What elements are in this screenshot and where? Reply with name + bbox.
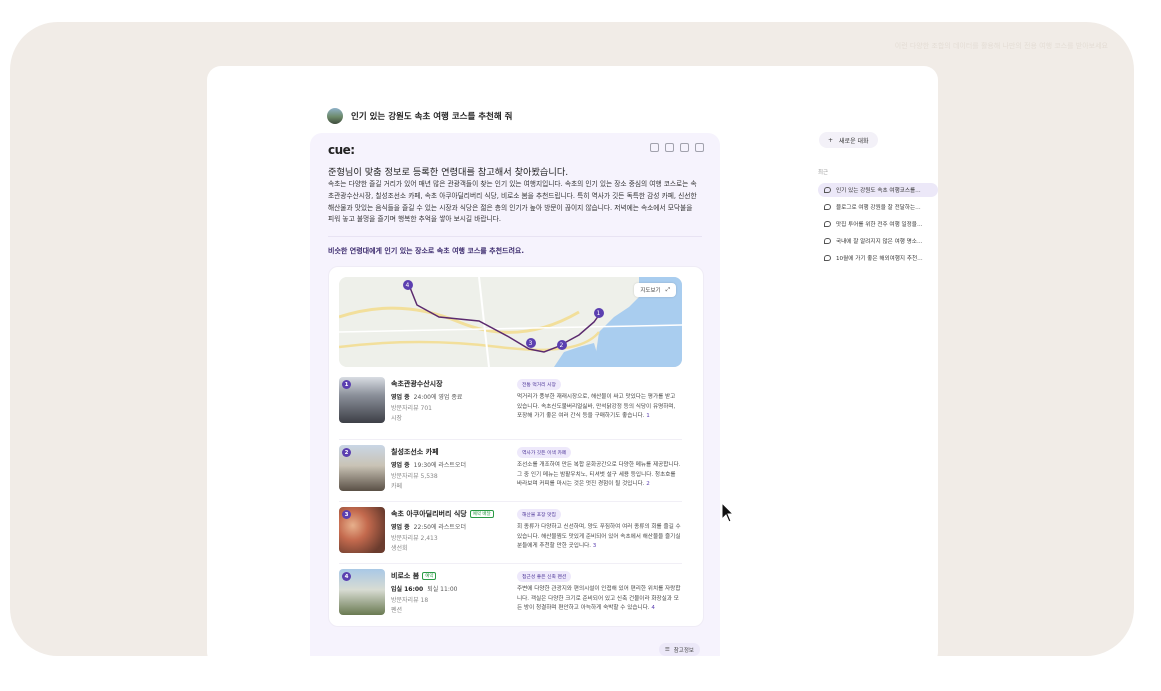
question-text: 인기 있는 강원도 속초 여행 코스를 추천해 줘 (351, 112, 513, 122)
place-category: 생선회 (391, 545, 408, 552)
place-number: 3 (342, 510, 351, 519)
place-reviews: 방문자리뷰 18 (391, 597, 429, 604)
place-description: 조선소를 개조하여 만든 복합 문화공간으로 다양한 메뉴를 제공합니다. 그 … (517, 462, 681, 488)
history-item-label: 국내에 잘 알려지지 않은 여행 명소… (836, 239, 923, 245)
expand-icon: ⤢ (665, 286, 670, 293)
separator (339, 439, 682, 440)
plus-icon: + (828, 136, 834, 144)
reference-marker[interactable]: 3 (593, 543, 597, 549)
place-number: 2 (342, 448, 351, 457)
history-item-label: 10월에 가기 좋은 해외여행지 추천… (836, 256, 923, 262)
share-icon[interactable] (695, 143, 704, 152)
reference-marker[interactable]: 2 (646, 481, 650, 487)
places-panel: 4 3 2 1 지도보기 ⤢ 1 속초관광수산시장 영업 중 24:00에 영업… (328, 266, 704, 627)
copy-icon[interactable] (650, 143, 659, 152)
chat-bubble-icon (824, 187, 831, 193)
history-item[interactable]: 국내에 잘 알려지지 않은 여행 명소… (818, 234, 938, 248)
place-item[interactable]: 3 속초 아쿠아딜리버리 식당 예약 배달 영업 중 22:50에 라스트오더 방문… (339, 507, 682, 565)
place-status: 영업 중 24:00에 영업 종료 (391, 394, 463, 401)
thumbs-down-icon[interactable] (680, 143, 689, 152)
place-thumbnail: 3 (339, 507, 385, 553)
reference-info-label: 참고정보 (673, 647, 694, 654)
answer-body: 속초는 다양한 즐길 거리가 있어 매년 많은 관광객들이 찾는 인기 있는 여… (328, 180, 697, 224)
place-thumbnail: 4 (339, 569, 385, 615)
background-hint: 이런 다양한 조합의 데이터를 활용해 나만의 전용 여행 코스를 받아보세요 (894, 42, 1108, 50)
place-category: 카페 (391, 483, 403, 490)
history-item[interactable]: 인기 있는 강원도 속초 여행코스를… (818, 183, 938, 197)
place-reviews: 방문자리뷰 5,538 (391, 473, 438, 480)
place-name: 칠성조선소 카페 (391, 448, 439, 456)
place-tag: 해산물 포장 맛집 (517, 509, 561, 520)
history-item[interactable]: 10월에 가기 좋은 해외여행지 추천… (818, 251, 938, 265)
svg-text:1: 1 (597, 310, 601, 317)
place-status: 영업 중 22:50에 라스트오더 (391, 524, 466, 531)
separator (339, 563, 682, 564)
place-thumbnail: 1 (339, 377, 385, 423)
place-reviews: 방문자리뷰 2,413 (391, 535, 438, 542)
history-item[interactable]: 맛집 투어를 위한 전주 여행 일정을… (818, 217, 938, 231)
chat-bubble-icon (824, 204, 831, 210)
place-reviews: 방문자리뷰 701 (391, 405, 432, 412)
map-graphic: 4 3 2 1 (339, 277, 682, 367)
recent-label: 최근 (818, 170, 829, 176)
new-chat-label: 새로운 대화 (839, 137, 869, 145)
place-status: 영업 중 19:30에 라스트오더 (391, 462, 466, 469)
map-view-button[interactable]: 지도보기 ⤢ (634, 283, 676, 297)
separator (339, 501, 682, 502)
place-name: 속초 아쿠아딜리버리 식당 예약 배달 (391, 509, 494, 519)
list-icon: ☰ (664, 646, 670, 653)
place-description: 주변에 다양한 관광지와 편의시설이 인접해 있어 편리한 위치를 자랑합니다.… (517, 586, 681, 612)
chat-window: 인기 있는 강원도 속초 여행 코스를 추천해 줘 cue: 준형님이 맞춤 정… (207, 66, 938, 656)
place-tag: 역사가 깃든 이색 카페 (517, 447, 572, 458)
place-status: 입실 16:00 퇴실 11:00 (391, 586, 458, 593)
booking-badge: 예약 배달 (469, 510, 494, 518)
place-thumbnail: 2 (339, 445, 385, 491)
svg-text:3: 3 (529, 340, 533, 347)
history-item[interactable]: 블로그로 여행 강원을 잘 전달하는… (818, 200, 938, 214)
map-view-label: 지도보기 (640, 288, 661, 294)
place-category: 시장 (391, 415, 403, 422)
chat-bubble-icon (824, 221, 831, 227)
thumbs-up-icon[interactable] (665, 143, 674, 152)
recommend-heading: 비슷한 연령대에게 인기 있는 장소로 속초 여행 코스를 추천드려요. (328, 247, 525, 255)
place-description: 먹거리가 풍부한 재래시장으로, 해산물이 싸고 맛있다는 평가를 받고 있습니… (517, 394, 676, 420)
place-number: 4 (342, 572, 351, 581)
booking-badge: 예약 (422, 572, 437, 580)
chat-bubble-icon (824, 238, 831, 244)
answer-heading: 준형님이 맞춤 정보로 등록한 연령대를 참고해서 찾아봤습니다. (328, 167, 569, 178)
user-question: 인기 있는 강원도 속초 여행 코스를 추천해 줘 (327, 108, 512, 124)
place-number: 1 (342, 380, 351, 389)
reference-info-button[interactable]: ☰ 참고정보 (658, 643, 700, 656)
place-tag: 접근성 좋은 신축 펜션 (517, 571, 572, 582)
reference-marker[interactable]: 4 (651, 605, 655, 611)
divider (328, 236, 702, 237)
place-item[interactable]: 4 비로소 봄 예약 입실 16:00 퇴실 11:00 방문자리뷰 18 펜션 접… (339, 569, 682, 627)
place-name: 비로소 봄 예약 (391, 571, 437, 581)
place-category: 펜션 (391, 607, 403, 614)
svg-text:4: 4 (406, 282, 410, 289)
answer-actions (650, 143, 704, 152)
app-frame: 이런 다양한 조합의 데이터를 활용해 나만의 전용 여행 코스를 받아보세요 … (10, 22, 1134, 656)
history-item-label: 맛집 투어를 위한 전주 여행 일정을… (836, 222, 923, 228)
history-item-label: 인기 있는 강원도 속초 여행코스를… (836, 188, 921, 194)
place-item[interactable]: 2 칠성조선소 카페 영업 중 19:30에 라스트오더 방문자리뷰 5,538 … (339, 445, 682, 503)
place-item[interactable]: 1 속초관광수산시장 영업 중 24:00에 영업 종료 방문자리뷰 701 시장… (339, 377, 682, 435)
mouse-cursor-icon (721, 502, 735, 523)
new-chat-button[interactable]: + 새로운 대화 (819, 132, 878, 148)
place-name: 속초관광수산시장 (391, 380, 443, 388)
user-avatar (327, 108, 343, 124)
answer-card: cue: 준형님이 맞춤 정보로 등록한 연령대를 참고해서 찾아봤습니다. 속… (310, 133, 720, 656)
chat-bubble-icon (824, 255, 831, 261)
reference-marker[interactable]: 1 (646, 413, 650, 419)
place-tag: 전통 먹거리 시장 (517, 379, 561, 390)
route-map[interactable]: 4 3 2 1 지도보기 ⤢ (339, 277, 682, 367)
place-description: 회 종류가 다양하고 신선하며, 양도 푸짐하여 여러 종류의 회를 즐길 수 … (517, 524, 681, 550)
history-item-label: 블로그로 여행 강원을 잘 전달하는… (836, 205, 921, 211)
svg-text:2: 2 (560, 342, 564, 349)
cue-logo: cue: (328, 143, 355, 157)
